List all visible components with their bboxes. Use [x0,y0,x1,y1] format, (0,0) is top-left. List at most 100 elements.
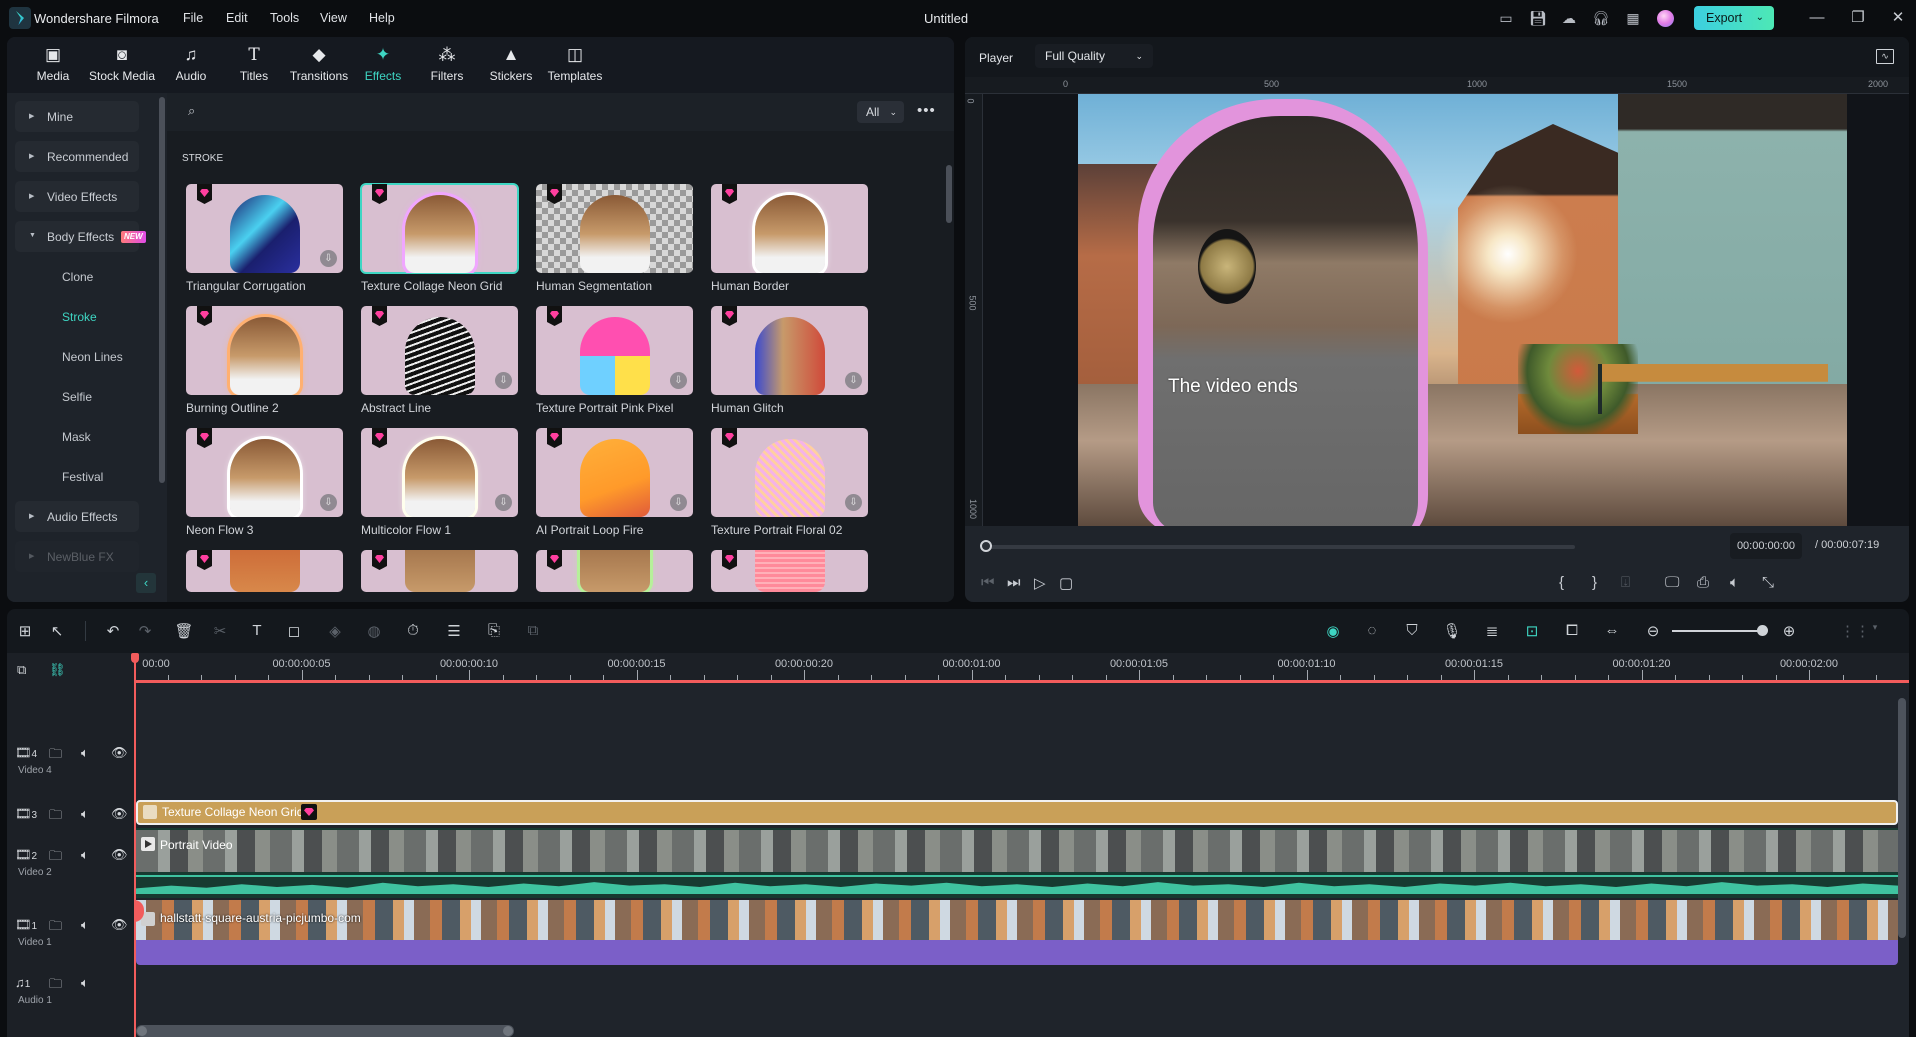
menu-help[interactable]: Help [369,11,395,25]
restore-icon[interactable]: ❐ [1849,9,1867,27]
pip-icon[interactable]: ⧠ [1562,622,1582,639]
delete-icon[interactable]: 🗑︎ [174,622,194,640]
category-newblue-fx[interactable]: ▶ NewBlue FX [15,541,139,572]
menu-file[interactable]: File [183,11,203,25]
timeline-vertical-scrollbar[interactable] [1898,698,1906,938]
track-layout-icon[interactable]: ⋮⋮ [1840,622,1870,640]
playhead[interactable] [134,653,136,1037]
scopes-icon[interactable]: ∿ [1876,49,1894,64]
visibility-eye-icon[interactable]: 👁︎ [111,806,128,822]
effect-card[interactable] [361,550,518,592]
clip-audio-bar[interactable] [136,940,1898,965]
snap-icon[interactable]: ⊡ [1522,622,1542,640]
visibility-eye-icon[interactable]: 👁︎ [111,847,128,863]
quality-dropdown[interactable]: Full Quality ⌄ [1035,44,1153,68]
subcategory-neon-lines[interactable]: Neon Lines [62,350,123,364]
snapshot-icon[interactable]: ⎙ [1697,574,1709,591]
playhead-handle[interactable] [131,653,139,663]
mute-icon[interactable]: 🔈︎ [81,847,89,863]
effect-card[interactable] [186,550,343,592]
speech-to-text-icon[interactable]: ⎘ [484,622,504,639]
play-icon[interactable]: ▷ [1034,574,1046,592]
effect-card[interactable]: Burning Outline 2 [186,306,343,415]
stop-icon[interactable]: ▢ [1059,574,1073,592]
chevron-down-icon[interactable]: ▾ [1865,622,1885,633]
tab-media[interactable]: ▣ Media [18,45,88,83]
speed-timer-icon[interactable]: ⏱ [403,622,423,639]
mute-icon[interactable]: 🔈︎ [81,917,89,933]
color-palette-icon[interactable]: ◍ [364,622,384,640]
mask-tool-icon[interactable]: ◈ [325,622,345,640]
download-icon[interactable]: ⇩ [320,494,337,511]
download-icon[interactable]: ⇩ [845,372,862,389]
category-audio-effects[interactable]: ▶ Audio Effects [15,501,139,532]
download-icon[interactable]: ⇩ [670,372,687,389]
effect-card[interactable]: ⇩ AI Portrait Loop Fire [536,428,693,537]
lock-icon[interactable]: 🗀 [49,917,62,939]
display-settings-icon[interactable]: 🖵︎ [1665,574,1679,591]
adjust-sliders-icon[interactable]: ☰ [444,622,464,640]
zoom-in-icon[interactable]: ⊕ [1779,622,1799,640]
lock-icon[interactable]: 🗀 [49,847,62,869]
download-icon[interactable]: ⇩ [845,494,862,511]
playback-progress-bar[interactable] [987,545,1575,549]
zoom-slider-handle[interactable] [1757,625,1768,636]
effect-card[interactable]: ⇩ Human Glitch [711,306,868,415]
effect-clip[interactable]: Texture Collage Neon Grid [136,800,1898,825]
current-timecode[interactable]: 00:00:00:00 [1730,533,1802,559]
cut-icon[interactable]: ✂ [210,622,230,640]
effect-card[interactable]: ⇩ Multicolor Flow 1 [361,428,518,537]
effect-card[interactable]: Texture Collage Neon Grid [360,183,519,293]
category-body-effects[interactable]: ▼ Body Effects NEW [15,221,146,252]
fit-timeline-icon[interactable]: ⇔ [1602,622,1622,639]
tab-titles[interactable]: T Titles [219,45,289,83]
lock-icon[interactable]: 🗀 [49,745,62,767]
previous-frame-icon[interactable]: ⏮ [981,574,995,591]
step-forward-icon[interactable]: ⏭ [1007,574,1021,591]
minimize-icon[interactable]: — [1808,9,1826,27]
category-mine[interactable]: ▶ Mine [15,101,139,132]
subcategory-selfie[interactable]: Selfie [62,390,92,404]
audio-mixer-icon[interactable]: ≣ [1482,622,1502,640]
timeline-zoom-slider[interactable] [1672,630,1760,632]
menu-edit[interactable]: Edit [226,11,248,25]
headset-icon[interactable]: 🎧︎ [1592,10,1610,26]
subcategory-clone[interactable]: Clone [62,270,93,284]
portrait-video-clip[interactable]: Portrait Video [136,828,1898,872]
visibility-eye-icon[interactable]: 👁︎ [111,917,128,933]
menu-tools[interactable]: Tools [270,11,299,25]
mark-out-icon[interactable]: } [1592,574,1597,591]
video-preview[interactable]: The video ends [1078,94,1847,526]
menu-view[interactable]: View [320,11,347,25]
download-icon[interactable]: ⇩ [320,250,337,267]
background-video-clip[interactable]: hallstatt-square-austria-picjumbo-com [136,900,1898,940]
audio-waveform[interactable] [136,872,1898,898]
timeline-ruler[interactable]: 00:00 00:00:00:05 00:00:00:10 00:00:00:15 00… [134,653,1909,683]
visibility-eye-icon[interactable]: 👁︎ [111,745,128,761]
sidebar-scrollbar[interactable] [159,97,165,483]
export-button[interactable]: Export ⌄ [1694,6,1774,30]
category-recommended[interactable]: ▶ Recommended [15,141,139,172]
layout-icon[interactable]: ▭ [1497,10,1515,26]
mute-icon[interactable]: 🔈︎ [81,975,89,991]
text-tool-icon[interactable]: T [247,622,267,639]
undo-icon[interactable]: ↶ [103,622,123,640]
subcategory-festival[interactable]: Festival [62,470,103,484]
ai-translate-icon[interactable]: ⧉ [523,622,543,639]
tab-audio[interactable]: ♫ Audio [156,45,226,83]
effect-card[interactable]: Human Border [711,184,868,293]
effect-card[interactable]: ⇩ Neon Flow 3 [186,428,343,537]
insert-marker-icon[interactable]: ⍗ [1621,574,1630,591]
progress-handle[interactable] [980,540,992,552]
apps-grid-icon[interactable]: ▦ [1624,10,1642,26]
lock-icon[interactable]: 🗀 [49,975,62,997]
tab-effects[interactable]: ✦ Effects [348,45,418,83]
subcategory-stroke[interactable]: Stroke [62,310,97,324]
volume-icon[interactable]: 🔈︎ [1730,574,1739,591]
effect-card[interactable]: Human Segmentation [536,184,693,293]
effect-card[interactable]: ⇩ Triangular Corrugation [186,184,343,293]
marker-icon[interactable]: ⛉ [1402,622,1422,639]
download-icon[interactable]: ⇩ [495,494,512,511]
save-icon[interactable]: 💾︎ [1529,10,1547,26]
tab-transitions[interactable]: ◆ Transitions [284,45,354,83]
